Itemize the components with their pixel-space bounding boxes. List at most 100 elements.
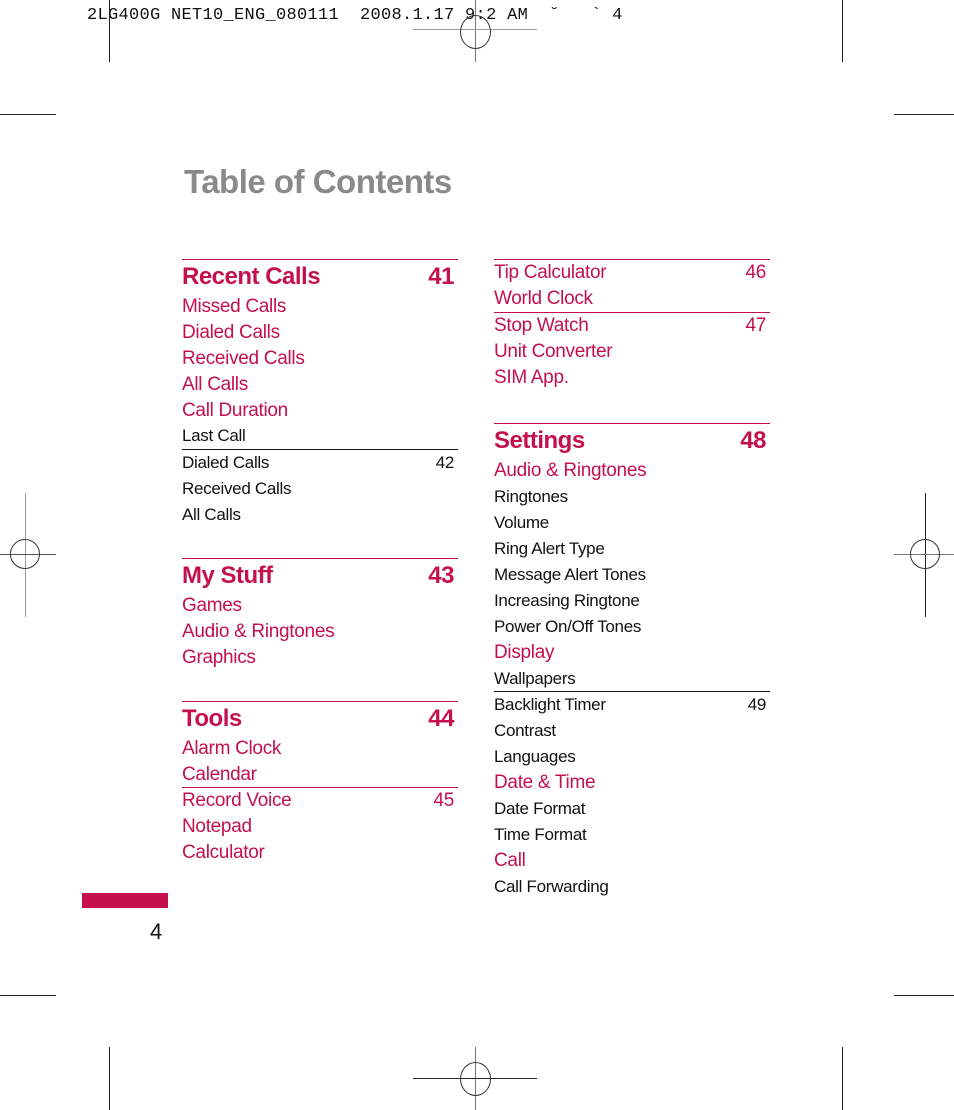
- toc-page-number: 42: [435, 453, 455, 473]
- toc-entry-graphics[interactable]: Graphics: [182, 645, 458, 671]
- toc-entry-all-calls[interactable]: All Calls: [182, 372, 458, 398]
- toc-section-my-stuff[interactable]: My Stuff 43: [182, 558, 458, 593]
- toc-subentry-power-on-off-tones[interactable]: Power On/Off Tones: [494, 614, 770, 640]
- toc-label: Increasing Ringtone: [494, 590, 640, 610]
- toc-label: Received Calls: [182, 479, 292, 499]
- toc-entry-alarm-clock[interactable]: Alarm Clock: [182, 736, 458, 762]
- toc-subentry-message-alert-tones[interactable]: Message Alert Tones: [494, 562, 770, 588]
- toc-subentry-languages[interactable]: Languages: [494, 744, 770, 770]
- toc-label: Ring Alert Type: [494, 539, 605, 559]
- toc-entry-audio-and-ringtones[interactable]: Audio & Ringtones: [494, 458, 770, 484]
- toc-subentry-last-call[interactable]: Last Call: [182, 423, 458, 449]
- toc-subentry-backlight-timer[interactable]: Backlight Timer 49: [494, 691, 770, 718]
- toc-entry-sim-app[interactable]: SIM App.: [494, 365, 770, 391]
- toc-label: Graphics: [182, 646, 256, 668]
- crop-mark-bottom-left: [109, 1047, 110, 1110]
- toc-entry-call-duration[interactable]: Call Duration: [182, 398, 458, 424]
- toc-label: Record Voice: [182, 790, 292, 812]
- toc-entry-calculator[interactable]: Calculator: [182, 840, 458, 866]
- toc-label: Notepad: [182, 816, 252, 838]
- toc-label: World Clock: [494, 287, 593, 309]
- print-slug: 2LG400G NET10_ENG_080111 2008.1.17 9:2 A…: [87, 6, 623, 25]
- toc-page-number: 47: [745, 314, 766, 336]
- toc-entry-audio-and-ringtones[interactable]: Audio & Ringtones: [182, 619, 458, 645]
- toc-subentry-wallpapers[interactable]: Wallpapers: [494, 666, 770, 692]
- toc-label: Recent Calls: [182, 263, 321, 290]
- toc-label: All Calls: [182, 373, 248, 395]
- toc-subentry-ring-alert-type[interactable]: Ring Alert Type: [494, 536, 770, 562]
- toc-subentry-ringtones[interactable]: Ringtones: [494, 484, 770, 510]
- toc-page-number: 46: [745, 262, 766, 283]
- toc-label: Unit Converter: [494, 340, 613, 362]
- crop-mark-left-top: [0, 114, 56, 115]
- toc-label: Wallpapers: [494, 668, 576, 688]
- toc-subentry-all-calls[interactable]: All Calls: [182, 502, 458, 528]
- toc-entry-tip-calculator[interactable]: Tip Calculator 46: [494, 259, 770, 286]
- toc-subentry-contrast[interactable]: Contrast: [494, 718, 770, 744]
- toc-label: Received Calls: [182, 347, 305, 369]
- toc-label: Audio & Ringtones: [494, 460, 647, 482]
- toc-label: Volume: [494, 513, 549, 533]
- toc-label: Message Alert Tones: [494, 565, 646, 585]
- toc-left-column: Recent Calls 41 Missed Calls Dialed Calls Re…: [182, 259, 458, 866]
- toc-page-number: 44: [428, 704, 454, 732]
- toc-label: Call Duration: [182, 399, 288, 421]
- toc-label: Missed Calls: [182, 296, 287, 317]
- toc-page-number: 49: [747, 695, 767, 715]
- toc-label: Dialed Calls: [182, 453, 270, 473]
- toc-page-number: 41: [428, 263, 454, 290]
- toc-entry-record-voice[interactable]: Record Voice 45: [182, 787, 458, 814]
- crop-mark-top-right: [842, 0, 843, 62]
- toc-entry-calendar[interactable]: Calendar: [182, 762, 458, 788]
- toc-label: Languages: [494, 747, 576, 767]
- toc-label: Alarm Clock: [182, 737, 282, 759]
- toc-subentry-received-calls[interactable]: Received Calls: [182, 476, 458, 502]
- toc-subentry-increasing-ringtone[interactable]: Increasing Ringtone: [494, 588, 770, 614]
- toc-label: Last Call: [182, 426, 246, 446]
- page-number: 4: [150, 919, 163, 944]
- toc-section-recent-calls[interactable]: Recent Calls 41: [182, 259, 458, 294]
- toc-page-number: 48: [740, 427, 766, 455]
- toc-entry-world-clock[interactable]: World Clock: [494, 286, 770, 312]
- toc-label: Call: [494, 849, 526, 871]
- crop-mark-left-bottom: [0, 995, 56, 996]
- toc-page-number: 43: [428, 562, 454, 590]
- page-tab-bar: [82, 893, 168, 908]
- toc-entry-missed-calls[interactable]: Missed Calls: [182, 294, 458, 320]
- toc-label: Power On/Off Tones: [494, 616, 642, 636]
- toc-page-number: 45: [433, 790, 454, 812]
- toc-label: Time Format: [494, 824, 587, 844]
- crop-mark-bottom-right: [842, 1047, 843, 1110]
- toc-entry-dialed-calls[interactable]: Dialed Calls: [182, 320, 458, 346]
- toc-label: My Stuff: [182, 562, 273, 590]
- toc-subentry-dialed-calls[interactable]: Dialed Calls 42: [182, 449, 458, 476]
- toc-label: Calculator: [182, 842, 265, 864]
- toc-entry-stop-watch[interactable]: Stop Watch 47: [494, 311, 770, 339]
- toc-entry-call[interactable]: Call: [494, 848, 770, 874]
- crop-mark-right-bottom: [894, 995, 954, 996]
- toc-subentry-date-format[interactable]: Date Format: [494, 796, 770, 822]
- toc-label: Stop Watch: [494, 314, 589, 336]
- toc-entry-received-calls[interactable]: Received Calls: [182, 346, 458, 372]
- toc-label: Ringtones: [494, 487, 568, 507]
- toc-entry-date-and-time[interactable]: Date & Time: [494, 770, 770, 796]
- toc-entry-games[interactable]: Games: [182, 593, 458, 619]
- crop-mark-top-left: [109, 0, 110, 62]
- toc-entry-notepad[interactable]: Notepad: [182, 814, 458, 840]
- toc-subentry-call-forwarding[interactable]: Call Forwarding: [494, 874, 770, 900]
- toc-label: Date & Time: [494, 772, 596, 794]
- toc-label: Tip Calculator: [494, 262, 607, 283]
- toc-section-settings[interactable]: Settings 48: [494, 423, 770, 458]
- crop-mark-right-top: [894, 114, 954, 115]
- toc-subentry-time-format[interactable]: Time Format: [494, 822, 770, 848]
- toc-right-column: Tip Calculator 46 World Clock Stop Watch 47 U…: [494, 259, 770, 900]
- toc-entry-display[interactable]: Display: [494, 640, 770, 666]
- toc-entry-unit-converter[interactable]: Unit Converter: [494, 339, 770, 365]
- toc-label: Calendar: [182, 763, 257, 785]
- toc-section-tools[interactable]: Tools 44: [182, 700, 458, 736]
- toc-subentry-volume[interactable]: Volume: [494, 510, 770, 536]
- toc-label: Tools: [182, 704, 242, 732]
- page-title: Table of Contents: [184, 163, 452, 200]
